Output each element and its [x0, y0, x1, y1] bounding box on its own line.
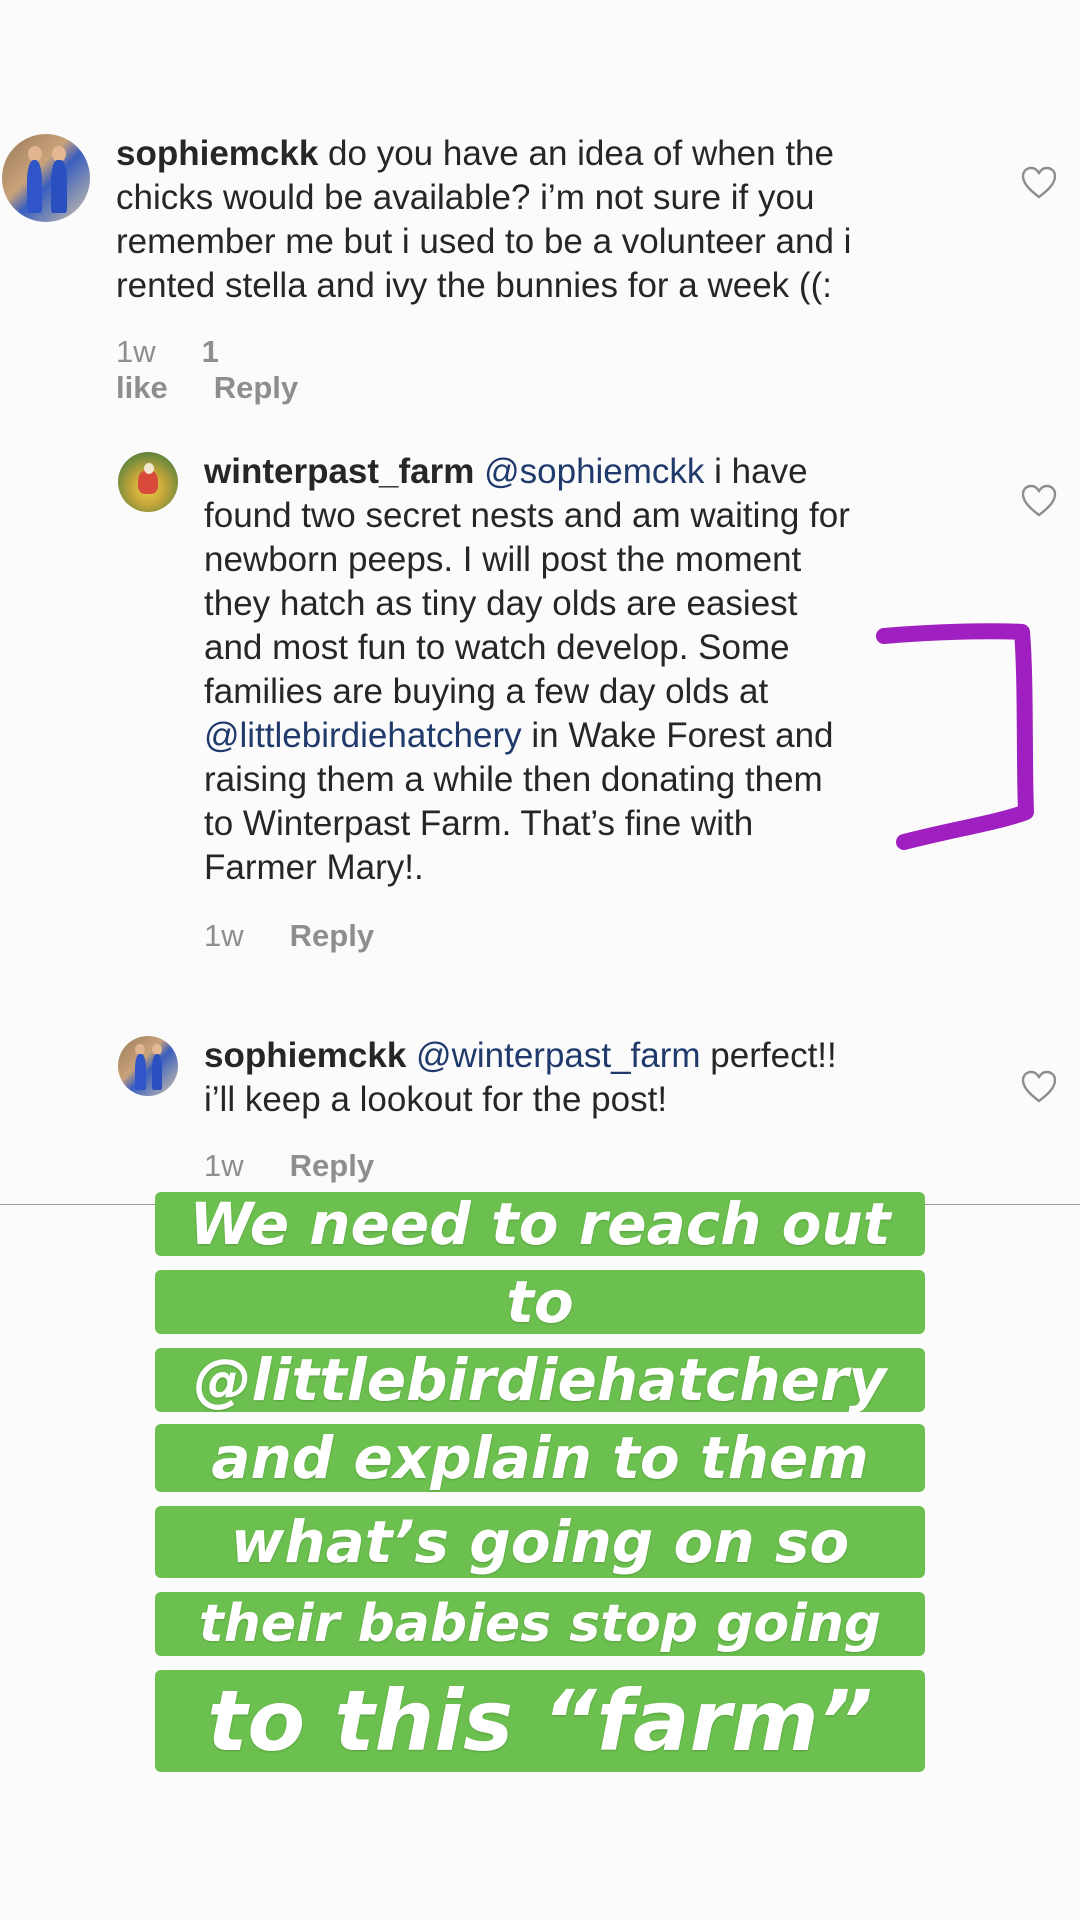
heart-icon[interactable] — [1021, 1070, 1057, 1104]
comment-text: sophiemckk @winterpast_farm perfect!! i’… — [204, 1034, 984, 1122]
comment-line: i’ll keep a lookout for the post! — [204, 1080, 668, 1119]
reply-button[interactable]: Reply — [290, 1148, 374, 1183]
overlay-text-line: what’s going on so — [155, 1506, 925, 1578]
overlay-text-line: to — [155, 1270, 925, 1334]
overlay-text-line: @littlebirdiehatchery — [155, 1348, 925, 1412]
comment-body: perfect!! — [710, 1036, 837, 1075]
mention-link[interactable]: @winterpast_farm — [416, 1036, 701, 1075]
purple-bracket-annotation — [876, 623, 1034, 850]
avatar[interactable] — [118, 1036, 178, 1096]
comment-meta: 1w Reply — [204, 918, 420, 954]
overlay-text-line: and explain to them — [155, 1424, 925, 1492]
overlay-text-line: their babies stop going — [155, 1592, 925, 1656]
comment-meta: 1w Reply — [204, 1148, 420, 1184]
reply-button[interactable]: Reply — [290, 918, 374, 953]
timestamp: 1w — [204, 1148, 244, 1183]
overlay-text-line: We need to reach out — [155, 1192, 925, 1256]
overlay-text-line: to this “farm” — [155, 1670, 925, 1772]
username[interactable]: sophiemckk — [204, 1036, 406, 1075]
timestamp: 1w — [204, 918, 244, 953]
